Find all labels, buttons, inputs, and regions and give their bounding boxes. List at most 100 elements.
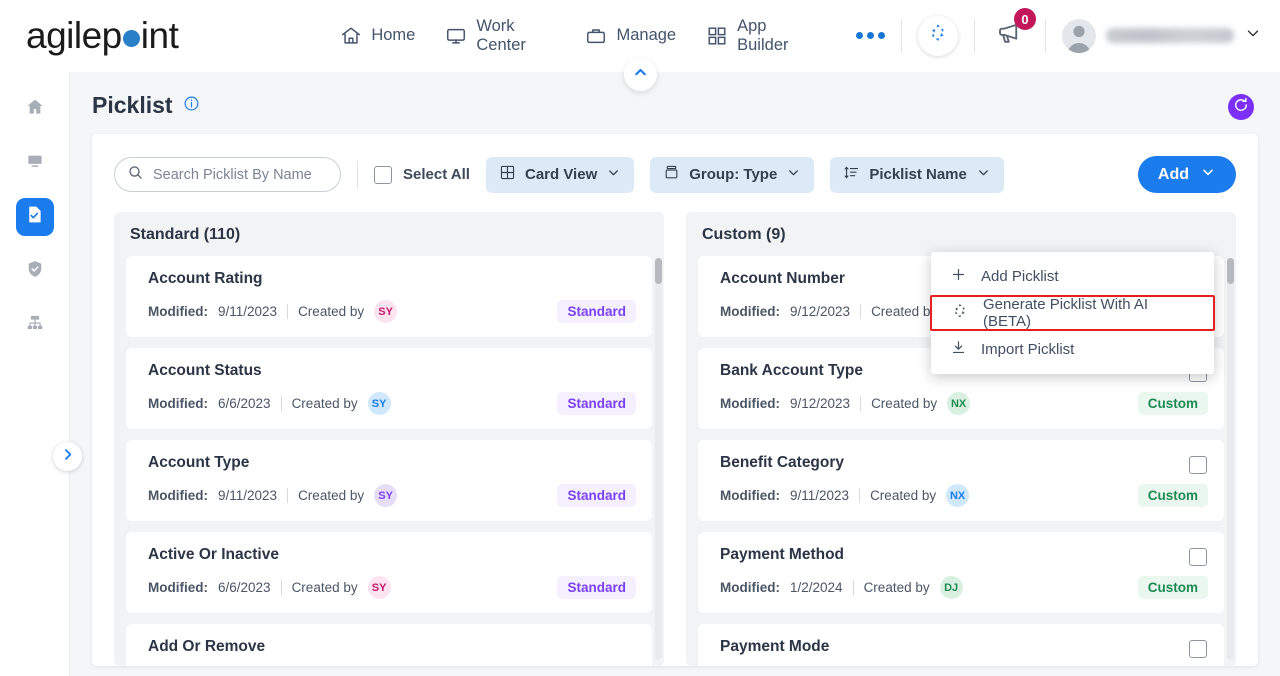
- sort-icon: [843, 164, 860, 185]
- status-badge: Custom: [1137, 576, 1208, 599]
- nav-more-options-icon[interactable]: [856, 32, 885, 39]
- group-icon: [663, 164, 680, 185]
- add-button[interactable]: Add: [1137, 156, 1236, 193]
- card-title: Payment Mode: [720, 638, 830, 655]
- chevron-down-icon: [786, 165, 801, 184]
- left-sidebar: [0, 72, 82, 676]
- modified-date: 1/2/2024: [790, 580, 843, 595]
- scrollbar-thumb[interactable]: [1227, 258, 1234, 284]
- search-box[interactable]: [114, 157, 341, 192]
- sort-by-dropdown[interactable]: Picklist Name: [830, 156, 1004, 193]
- created-by-label: Created by: [863, 580, 930, 595]
- sort-by-label: Picklist Name: [869, 166, 967, 183]
- collapse-header-button[interactable]: [624, 58, 657, 91]
- select-all-label: Select All: [403, 166, 470, 183]
- select-all-checkbox[interactable]: [374, 165, 392, 184]
- user-name-label: [1106, 28, 1234, 43]
- menu-item-add-picklist[interactable]: Add Picklist: [931, 258, 1214, 295]
- menu-item-label: Generate Picklist With AI (BETA): [983, 296, 1149, 330]
- header-divider-3: [1045, 18, 1046, 53]
- home-icon: [25, 97, 45, 122]
- sidebar-item-access[interactable]: [16, 252, 54, 290]
- refresh-button[interactable]: [1228, 94, 1254, 120]
- refresh-icon: [1232, 96, 1250, 119]
- sidebar-item-home[interactable]: [16, 90, 54, 128]
- nav-label-home: Home: [371, 26, 416, 44]
- scrollbar-thumb[interactable]: [655, 258, 662, 284]
- chevron-down-icon: [976, 165, 991, 184]
- creator-avatar: SY: [374, 484, 398, 507]
- column-scrollbar[interactable]: [1227, 258, 1234, 660]
- picklist-card[interactable]: Account Status Modified: 6/6/2023 Create…: [126, 348, 652, 429]
- picklist-card[interactable]: Payment Method Modified: 1/2/2024 Create…: [698, 532, 1224, 613]
- card-checkbox[interactable]: [1189, 548, 1207, 566]
- monitor-icon: [25, 151, 45, 176]
- card-checkbox[interactable]: [1189, 640, 1207, 658]
- select-all-control[interactable]: Select All: [374, 165, 470, 184]
- card-meta: Modified: 1/2/2024 Created by DJ: [720, 576, 1206, 599]
- modified-label: Modified:: [148, 396, 208, 411]
- toolbar-divider: [357, 160, 358, 189]
- plus-icon: [950, 266, 967, 287]
- created-by-label: Created by: [291, 580, 358, 595]
- meta-divider: [287, 304, 289, 319]
- sidebar-item-org-chart[interactable]: [16, 306, 54, 344]
- card-title: Account Rating: [148, 270, 263, 287]
- modified-label: Modified:: [148, 488, 208, 503]
- info-icon[interactable]: [183, 95, 200, 117]
- column-scrollbar[interactable]: [655, 258, 662, 660]
- header-right-controls: 0: [885, 0, 1280, 71]
- modified-date: 9/12/2023: [790, 304, 851, 319]
- modified-date: 9/11/2023: [790, 488, 850, 503]
- menu-item-generate-with-ai[interactable]: Generate Picklist With AI (BETA): [930, 295, 1215, 331]
- sidebar-item-picklist[interactable]: [15, 198, 54, 236]
- created-by-label: Created by: [291, 396, 358, 411]
- modified-label: Modified:: [720, 396, 780, 411]
- meta-divider: [852, 580, 854, 595]
- nav-item-manage[interactable]: Manage: [585, 25, 676, 47]
- status-badge: Standard: [557, 576, 636, 599]
- menu-item-import-picklist[interactable]: Import Picklist: [931, 331, 1214, 368]
- view-mode-dropdown[interactable]: Card View: [485, 156, 635, 193]
- user-menu[interactable]: [1062, 18, 1262, 53]
- group-by-dropdown[interactable]: Group: Type: [650, 156, 815, 193]
- megaphone-icon: [995, 23, 1025, 52]
- main-content: Picklist Selec: [70, 72, 1280, 676]
- modified-date: 6/6/2023: [218, 580, 271, 595]
- notifications-button[interactable]: 0: [991, 8, 1036, 57]
- column-scroll-area[interactable]: Account Rating Modified: 9/11/2023 Creat…: [126, 256, 652, 666]
- logo-dot-icon: [122, 30, 140, 47]
- search-icon: [127, 164, 144, 186]
- meta-divider: [860, 304, 862, 319]
- notification-count-badge: 0: [1014, 8, 1036, 30]
- status-badge: Custom: [1137, 484, 1208, 507]
- search-input[interactable]: [153, 166, 328, 183]
- meta-divider: [287, 488, 289, 503]
- status-badge: Standard: [557, 392, 636, 415]
- nav-item-app-builder[interactable]: App Builder: [706, 17, 810, 55]
- shield-check-icon: [25, 259, 45, 284]
- created-by-label: Created by: [298, 488, 365, 503]
- modified-date: 6/6/2023: [218, 396, 271, 411]
- created-by-label: Created by: [871, 396, 938, 411]
- header-divider-2: [974, 18, 975, 53]
- nav-item-home[interactable]: Home: [340, 25, 415, 47]
- logo-text-first: agilep: [26, 15, 122, 56]
- picklist-card[interactable]: Add Or Remove: [126, 624, 652, 666]
- agilepoint-logo[interactable]: agilep int: [26, 15, 179, 56]
- nav-label-manage: Manage: [616, 26, 677, 44]
- sidebar-item-work-center[interactable]: [16, 144, 54, 182]
- picklist-card[interactable]: Account Rating Modified: 9/11/2023 Creat…: [126, 256, 652, 337]
- picklist-card[interactable]: Benefit Category Modified: 9/11/2023 Cre…: [698, 440, 1224, 521]
- created-by-label: Created by: [298, 304, 365, 319]
- status-badge: Custom: [1137, 392, 1208, 415]
- home-icon: [340, 25, 362, 47]
- meta-divider: [280, 580, 282, 595]
- picklist-card[interactable]: Account Type Modified: 9/11/2023 Created…: [126, 440, 652, 521]
- ai-assistant-button[interactable]: [918, 15, 958, 56]
- picklist-card[interactable]: Active Or Inactive Modified: 6/6/2023 Cr…: [126, 532, 652, 613]
- picklist-card[interactable]: Payment Mode: [698, 624, 1224, 666]
- card-checkbox[interactable]: [1189, 456, 1207, 474]
- main-navigation: Home Work Center Manage App Builder: [340, 17, 885, 55]
- nav-item-work-center[interactable]: Work Center: [445, 17, 555, 55]
